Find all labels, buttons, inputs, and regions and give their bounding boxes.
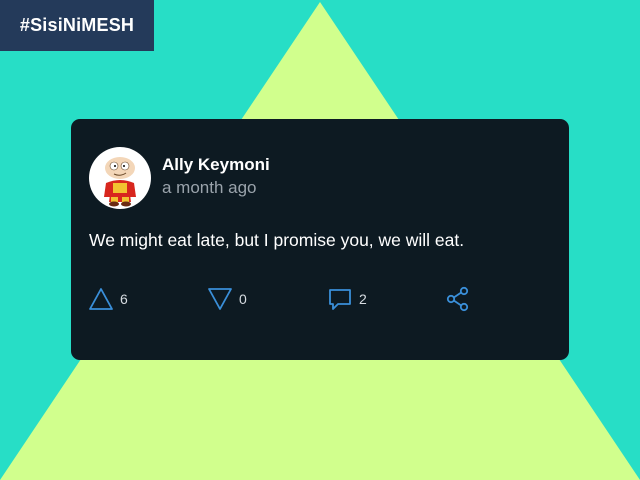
post-card: Ally Keymoni a month ago We might eat la… [71,119,569,360]
upvote-button[interactable]: 6 [88,286,128,312]
upvote-count: 6 [120,291,128,307]
post-timestamp: a month ago [162,178,257,197]
author-name[interactable]: Ally Keymoni [162,155,270,175]
triangle-up-icon [89,288,113,310]
share-button[interactable] [445,286,471,312]
cartoon-character-avatar-icon [104,157,136,207]
triangle-down-icon [208,288,232,310]
downvote-count: 0 [239,291,247,307]
comment-button[interactable]: 2 [327,286,367,312]
hashtag-label: #SisiNiMESH [0,0,154,51]
share-icon [446,286,469,312]
speech-bubble-icon [329,289,351,310]
comment-count: 2 [359,291,367,307]
avatar[interactable] [89,147,151,209]
post-text: We might eat late, but I promise you, we… [89,230,465,250]
downvote-button[interactable]: 0 [207,286,247,312]
